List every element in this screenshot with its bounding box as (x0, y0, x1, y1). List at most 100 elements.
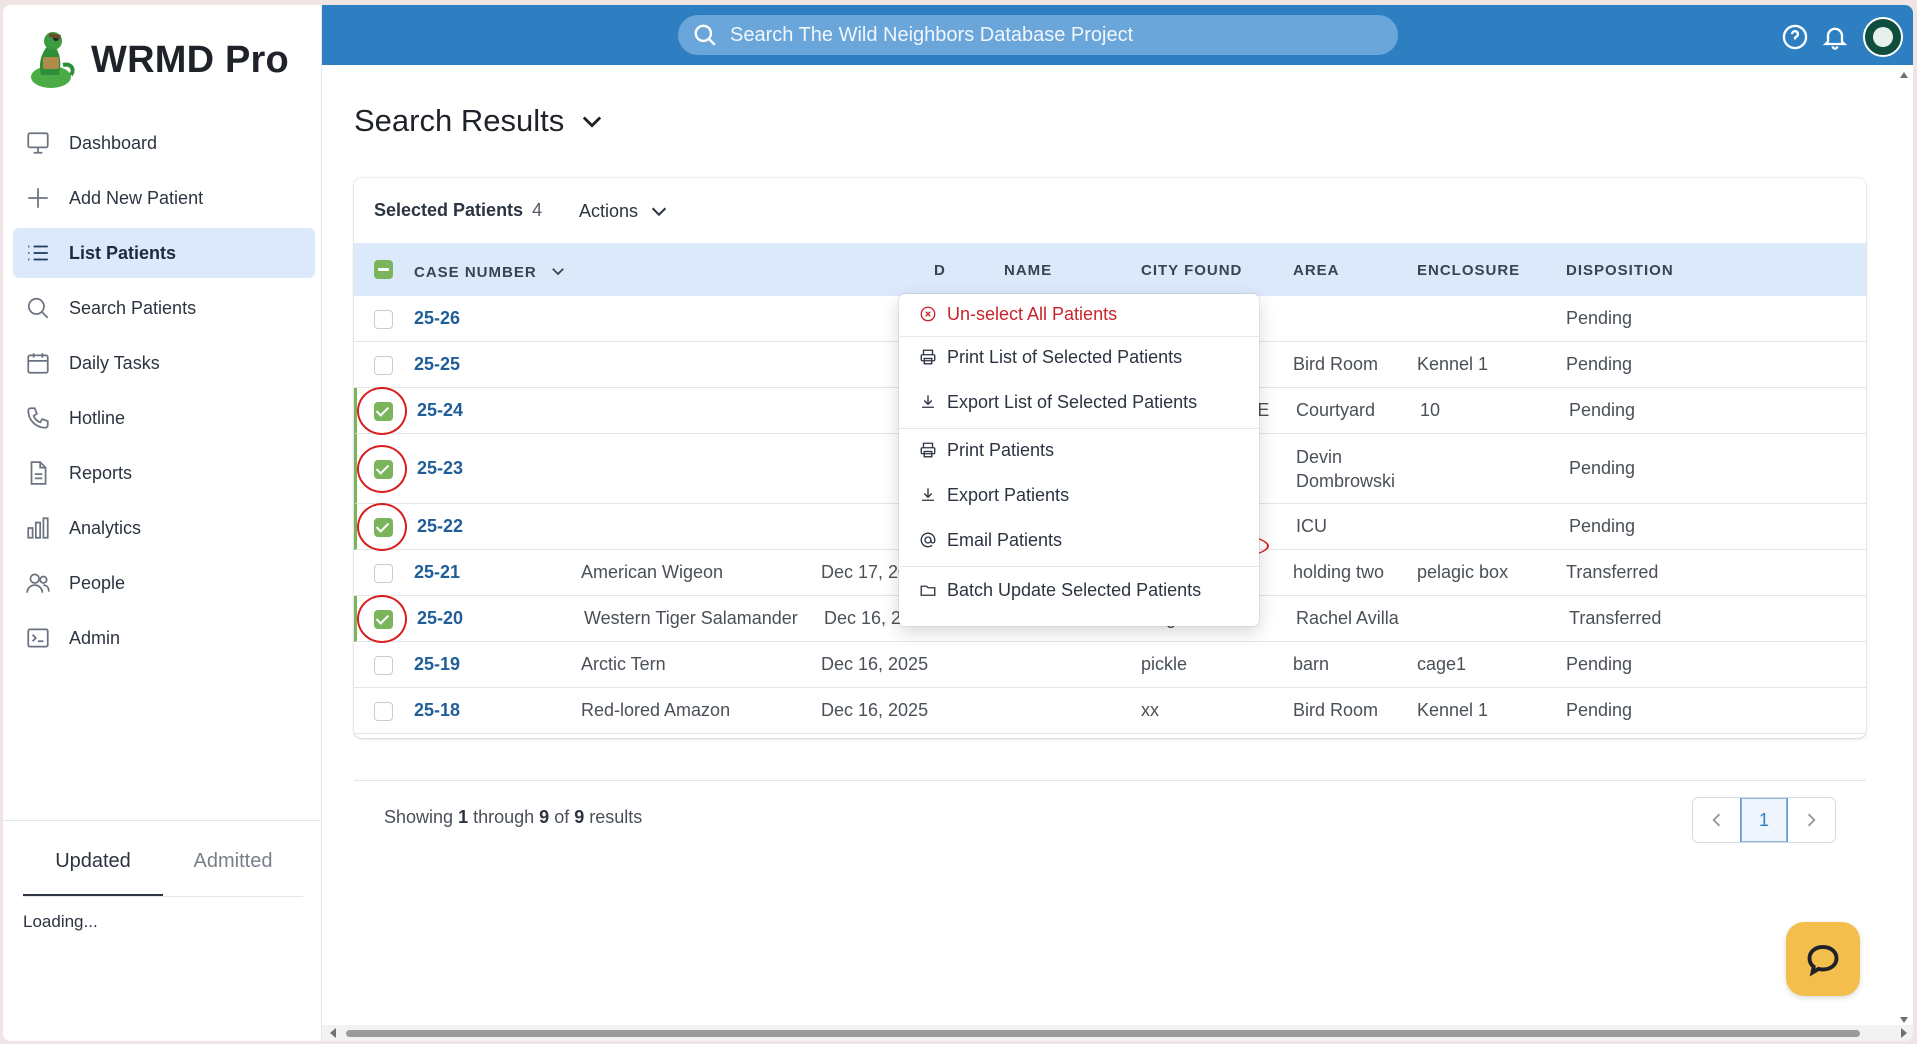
page-title[interactable]: Search Results (354, 103, 606, 139)
tab-updated[interactable]: Updated (23, 840, 163, 896)
sidebar-item-analytics[interactable]: Analytics (13, 503, 315, 553)
cell-area: Bird Room (1293, 354, 1379, 374)
row-checkbox[interactable] (374, 517, 393, 537)
column-city-found[interactable]: CITY FOUND (1141, 262, 1242, 279)
menu-item-print-list[interactable]: Print List of Selected Patients (899, 337, 1259, 377)
row-checkbox[interactable] (374, 609, 393, 629)
cell-case[interactable]: 25-23 (417, 458, 463, 479)
horizontal-scrollbar[interactable] (322, 1025, 1913, 1041)
download-icon (922, 395, 934, 408)
menu-item-unselect-all[interactable]: Un-select All Patients (899, 294, 1259, 334)
cell-case[interactable]: 25-22 (417, 516, 463, 537)
chevron-left-icon (1712, 813, 1720, 827)
sidebar-item-label: Admin (69, 627, 121, 648)
sidebar-item-people[interactable]: People (13, 558, 315, 608)
cell-case[interactable]: 25-18 (414, 700, 460, 721)
column-case-number[interactable]: CASE NUMBER (414, 262, 567, 281)
column-area[interactable]: AREA (1293, 262, 1340, 279)
sidebar-item-admin[interactable]: Admin (13, 613, 315, 663)
sidebar-item-hotline[interactable]: Hotline (13, 393, 315, 443)
chat-support-button[interactable] (1786, 922, 1860, 996)
page-title-text: Search Results (354, 103, 565, 138)
scroll-up-arrow[interactable] (1900, 72, 1908, 78)
column-enclosure[interactable]: ENCLOSURE (1417, 262, 1520, 279)
cell-disposition: Pending (1566, 354, 1633, 374)
cell-disposition: Pending (1566, 700, 1633, 720)
cell-disposition: Pending (1569, 400, 1636, 420)
cell-date: Dec 16, 2025 (821, 654, 929, 674)
cell-city: xx (1141, 700, 1159, 720)
page-1-button[interactable]: 1 (1740, 798, 1788, 842)
search-input[interactable] (730, 23, 1370, 47)
menu-separator (899, 566, 1259, 567)
notifications-button[interactable] (1821, 23, 1849, 51)
sidebar-item-label: Add New Patient (69, 187, 204, 208)
help-button[interactable] (1781, 23, 1809, 51)
summary-word: through (473, 807, 535, 827)
select-all-checkbox[interactable] (374, 260, 393, 279)
scroll-down-arrow[interactable] (1900, 1017, 1908, 1023)
cell-enclosure: Kennel 1 (1417, 354, 1489, 374)
sidebar-item-search-patients[interactable]: Search Patients (13, 283, 315, 333)
cell-area: Bird Room (1293, 700, 1379, 720)
menu-item-batch-update[interactable]: Batch Update Selected Patients (899, 570, 1259, 610)
cell-disposition: Pending (1569, 516, 1636, 536)
row-checkbox[interactable] (374, 701, 393, 721)
row-checkbox[interactable] (374, 355, 393, 375)
plus-icon (28, 188, 48, 208)
menu-item-print-patients[interactable]: Print Patients (899, 430, 1259, 470)
sidebar-item-list-patients[interactable]: List Patients (13, 228, 315, 278)
summary-word: results (589, 807, 643, 827)
row-checkbox[interactable] (374, 309, 393, 329)
actions-button[interactable]: Actions (579, 200, 670, 222)
x-circle-icon (920, 306, 936, 322)
menu-item-export-patients[interactable]: Export Patients (899, 475, 1259, 515)
top-bar-icons (1769, 17, 1903, 57)
row-checkbox[interactable] (374, 563, 393, 583)
sidebar-item-add-new-patient[interactable]: Add New Patient (13, 173, 315, 223)
column-name[interactable]: NAME (1004, 262, 1052, 279)
download-icon (922, 488, 934, 501)
column-label: CASE NUMBER (414, 264, 537, 281)
terminal-icon (27, 628, 49, 648)
footer-divider (354, 780, 1866, 781)
row-checkbox[interactable] (374, 401, 393, 421)
column-found-date[interactable]: D (934, 262, 946, 279)
row-checkbox[interactable] (374, 655, 393, 675)
cell-case[interactable]: 25-25 (414, 354, 460, 375)
chat-bubble-icon (1807, 945, 1839, 977)
cell-case[interactable]: 25-26 (414, 308, 460, 329)
scroll-right-arrow[interactable] (1901, 1028, 1907, 1038)
column-disposition[interactable]: DISPOSITION (1566, 262, 1674, 279)
vertical-scrollbar[interactable] (1895, 65, 1913, 1025)
help-icon (1782, 24, 1808, 50)
menu-item-label: Print List of Selected Patients (947, 346, 1183, 367)
horizontal-scroll-thumb[interactable] (346, 1030, 1860, 1037)
app-name: WRMD Pro (91, 38, 289, 81)
menu-item-email-patients[interactable]: Email Patients (899, 520, 1259, 560)
sidebar-item-daily-tasks[interactable]: Daily Tasks (13, 338, 315, 388)
table-row[interactable]: 25-19 Arctic Tern Dec 16, 2025 pickle barn ca… (354, 642, 1866, 688)
cell-case[interactable]: 25-20 (417, 608, 463, 629)
table-row[interactable]: 25-18 Red-lored Amazon Dec 16, 2025 xx Bird … (354, 688, 1866, 734)
avatar[interactable] (1863, 17, 1903, 57)
cell-case[interactable]: 25-21 (414, 562, 460, 583)
global-search[interactable] (678, 15, 1398, 55)
scroll-left-arrow[interactable] (330, 1028, 336, 1038)
sidebar-item-label: Daily Tasks (69, 352, 160, 373)
sidebar-item-dashboard[interactable]: Dashboard (13, 118, 315, 168)
calendar-icon (27, 353, 49, 374)
cell-disposition: Pending (1566, 308, 1633, 328)
tab-admitted[interactable]: Admitted (163, 840, 303, 896)
brand[interactable]: WRMD Pro (27, 29, 289, 91)
cell-case[interactable]: 25-19 (414, 654, 460, 675)
app-window: WRMD Pro Dashboard Add New Patient List … (3, 5, 1913, 1041)
sidebar-item-label: Analytics (69, 517, 142, 538)
previous-page-button[interactable] (1693, 798, 1740, 842)
sidebar-item-reports[interactable]: Reports (13, 448, 315, 498)
next-page-button[interactable] (1788, 798, 1835, 842)
monitor-icon (27, 132, 49, 154)
cell-case[interactable]: 25-24 (417, 400, 463, 421)
menu-item-export-list[interactable]: Export List of Selected Patients (899, 382, 1259, 422)
row-checkbox[interactable] (374, 459, 393, 479)
